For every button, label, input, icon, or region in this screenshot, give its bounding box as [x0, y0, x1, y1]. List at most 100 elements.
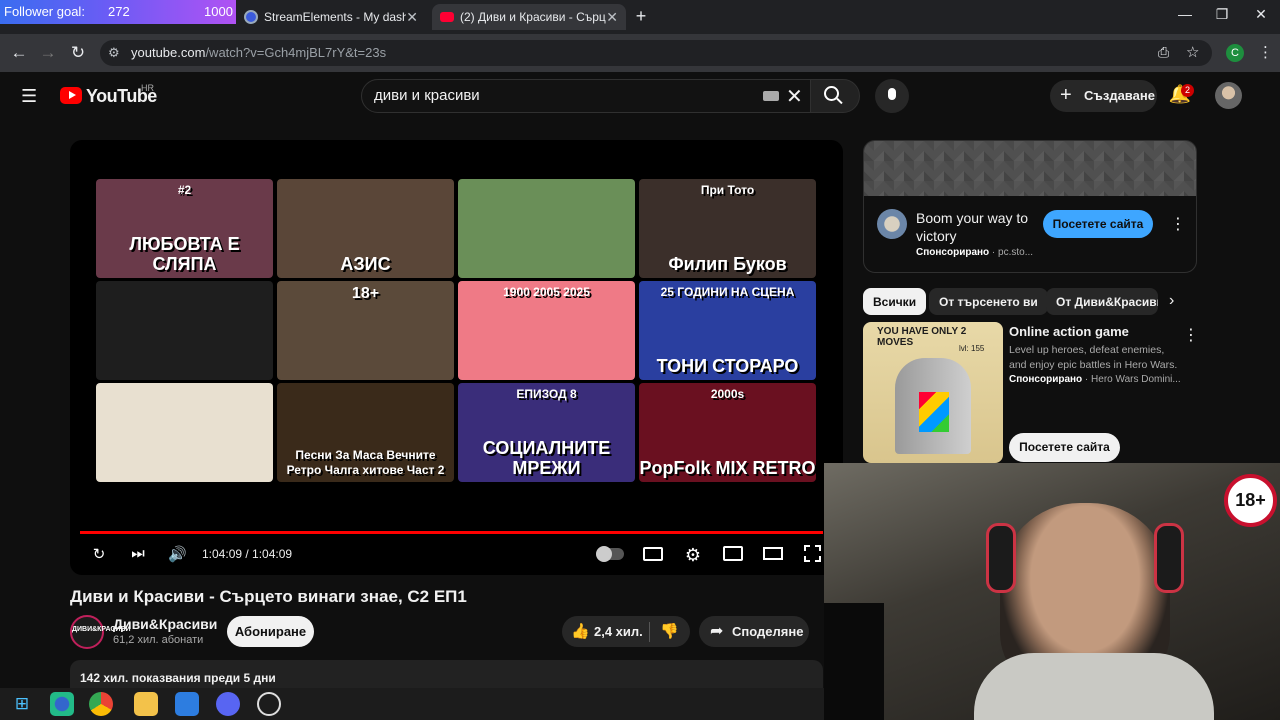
thumb-extra-text: 25 ГОДИНИ НА СЦЕНА [660, 285, 795, 299]
tab-label: StreamElements - My dashboar [264, 10, 407, 24]
chat-app-icon[interactable] [216, 692, 240, 716]
thumb-extra-text: 2000s [710, 387, 745, 401]
follower-goal-label: Follower goal: [4, 4, 85, 19]
chip-all[interactable]: Всички [863, 288, 927, 315]
plus-icon: + [1060, 84, 1072, 106]
close-window-button[interactable]: ✕ [1246, 6, 1276, 26]
thumb-extra-text: #2 [177, 183, 192, 197]
end-screen-video-6[interactable]: 18+ [277, 281, 454, 380]
bookmark-star-icon[interactable]: ☆ [1186, 43, 1199, 61]
tab-streamelements[interactable]: StreamElements - My dashboar ✕ [236, 4, 426, 30]
chrome-browser-icon[interactable] [89, 692, 113, 716]
visit-site-button[interactable]: Посетете сайта [1043, 210, 1153, 238]
subtitles-icon[interactable] [643, 547, 663, 561]
visit-site-button[interactable]: Посетете сайта [1009, 433, 1120, 462]
streamer-shirt [974, 653, 1214, 720]
game-ad-thumbnail[interactable]: YOU HAVE ONLY 2 MOVES lvl: 155 [863, 322, 1003, 463]
windows-start-icon[interactable]: ⊞ [10, 692, 34, 716]
thumb-title-text: ЛЮБОВТА Е СЛЯПА [129, 234, 240, 274]
search-query[interactable]: диви и красиви [374, 87, 480, 104]
end-screen-video-11[interactable]: ЕПИЗОД 8 СОЦИАЛНИТЕ МРЕЖИ [458, 383, 635, 482]
advertiser-icon [877, 209, 907, 239]
ad-sponsored-line: Спонсорирано · pc.sto... [916, 247, 1034, 258]
fullscreen-icon[interactable] [804, 545, 821, 562]
thumb-title-text: Песни За Маса Вечните Ретро Чалга хитове… [286, 448, 445, 477]
thumb-title-text: PopFolk MIX RETRO [639, 458, 816, 478]
youtube-logo-icon[interactable] [60, 87, 82, 104]
like-icon[interactable]: 👍 [571, 622, 590, 640]
end-screen-video-2[interactable]: АЗИС [277, 179, 454, 278]
end-screen-video-3[interactable] [458, 179, 635, 278]
clear-search-icon[interactable]: ✕ [786, 84, 803, 109]
chevron-right-icon[interactable]: › [1169, 292, 1174, 310]
more-options-icon[interactable]: ⋮ [1183, 325, 1199, 345]
account-avatar[interactable] [1215, 82, 1242, 109]
tab-label: (2) Диви и Красиви - Сърцето [460, 10, 606, 24]
thumb-extra-text: 18+ [351, 285, 380, 302]
end-screen-video-7[interactable]: 1900 2005 2025 [458, 281, 635, 380]
new-tab-button[interactable]: + [632, 6, 650, 26]
replay-icon[interactable]: ↻ [90, 545, 108, 563]
miniplayer-icon[interactable] [723, 546, 743, 561]
game-thumb-level: lvl: 155 [959, 344, 985, 353]
color-bars-graphic [919, 392, 949, 432]
thumb-extra-text: 1900 2005 2025 [503, 285, 590, 299]
microsoft-store-icon[interactable] [175, 692, 199, 716]
site-info-icon[interactable]: ⚙ [108, 45, 120, 61]
minimize-button[interactable]: — [1170, 6, 1200, 26]
browser-profile-avatar[interactable]: C [1226, 44, 1244, 62]
end-screen-video-9[interactable] [96, 383, 273, 482]
dark-window-area [824, 603, 884, 720]
follower-goal-overlay: Follower goal: 272 1000 [0, 0, 236, 24]
edge-browser-icon[interactable] [50, 692, 74, 716]
keyboard-icon[interactable] [763, 91, 779, 101]
end-screen-video-5[interactable] [96, 281, 273, 380]
reload-button[interactable]: ↻ [67, 42, 89, 64]
channel-avatar[interactable]: ДИВИ&КРАСИВИ [70, 615, 131, 649]
autoplay-knob [596, 546, 612, 562]
file-explorer-icon[interactable] [134, 692, 158, 716]
tab-youtube[interactable]: (2) Диви и Красиви - Сърцето ✕ [432, 4, 626, 30]
game-ad-title[interactable]: Online action game [1009, 324, 1129, 339]
end-screen-video-4[interactable]: При Тото Филип Буков [639, 179, 816, 278]
ad-title[interactable]: Boom your way to victory [916, 209, 1036, 245]
forward-button[interactable]: → [37, 42, 59, 64]
settings-gear-icon[interactable]: ⚙ [683, 545, 703, 565]
volume-icon[interactable]: 🔊 [168, 545, 187, 563]
theater-mode-icon[interactable] [763, 547, 783, 560]
thumb-title-text: ТОНИ СТОРАРО [656, 356, 799, 376]
end-screen-video-10[interactable]: Песни За Маса Вечните Ретро Чалга хитове… [277, 383, 454, 482]
chip-from-search[interactable]: От търсенето ви [929, 288, 1048, 315]
microphone-icon [888, 88, 896, 100]
more-options-icon[interactable]: ⋮ [1170, 214, 1186, 234]
url-text[interactable]: youtube.com/watch?v=Gch4mjBL7rY&t=23s [131, 45, 386, 60]
follower-goal-target: 1000 [204, 4, 233, 19]
close-tab-icon[interactable]: ✕ [406, 9, 418, 26]
notification-count-badge: 2 [1181, 84, 1194, 97]
hamburger-menu-icon[interactable]: ☰ [21, 86, 37, 107]
browser-menu-icon[interactable]: ⋮ [1258, 43, 1273, 61]
channel-name[interactable]: Диви&Красиви [113, 616, 217, 632]
progress-bar[interactable] [80, 531, 823, 534]
maximize-button[interactable]: ❐ [1207, 6, 1237, 26]
obs-studio-icon[interactable] [257, 692, 281, 716]
chip-from-channel[interactable]: От Диви&Красиви [1046, 288, 1158, 315]
end-screen-video-1[interactable]: #2 ЛЮБОВТА Е СЛЯПА [96, 179, 273, 278]
install-app-icon[interactable]: ⎙ [1158, 44, 1169, 61]
next-video-icon[interactable]: ⏭ [129, 545, 147, 563]
end-screen-video-12[interactable]: 2000s PopFolk MIX RETRO [639, 383, 816, 482]
video-player[interactable]: #2 ЛЮБОВТА Е СЛЯПА АЗИС При Тото Филип Буков… [70, 140, 843, 575]
thumb-extra-text: При Тото [700, 183, 755, 197]
thumb-title-text: АЗИС [340, 254, 391, 274]
like-count[interactable]: 2,4 хил. [594, 624, 643, 639]
webcam-overlay [824, 463, 1280, 720]
share-label: Споделяне [732, 624, 804, 639]
streamelements-icon [244, 10, 258, 24]
close-tab-icon[interactable]: ✕ [606, 9, 618, 26]
game-ad-description: Level up heroes, defeat enemies, and enj… [1009, 344, 1178, 371]
subscribe-button[interactable]: Абониране [227, 616, 314, 647]
back-button[interactable]: ← [8, 42, 30, 64]
end-screen-video-8[interactable]: 25 ГОДИНИ НА СЦЕНА ТОНИ СТОРАРО [639, 281, 816, 380]
subscriber-count: 61,2 хил. абонати [113, 634, 204, 646]
dislike-icon[interactable]: 👎 [660, 622, 679, 640]
